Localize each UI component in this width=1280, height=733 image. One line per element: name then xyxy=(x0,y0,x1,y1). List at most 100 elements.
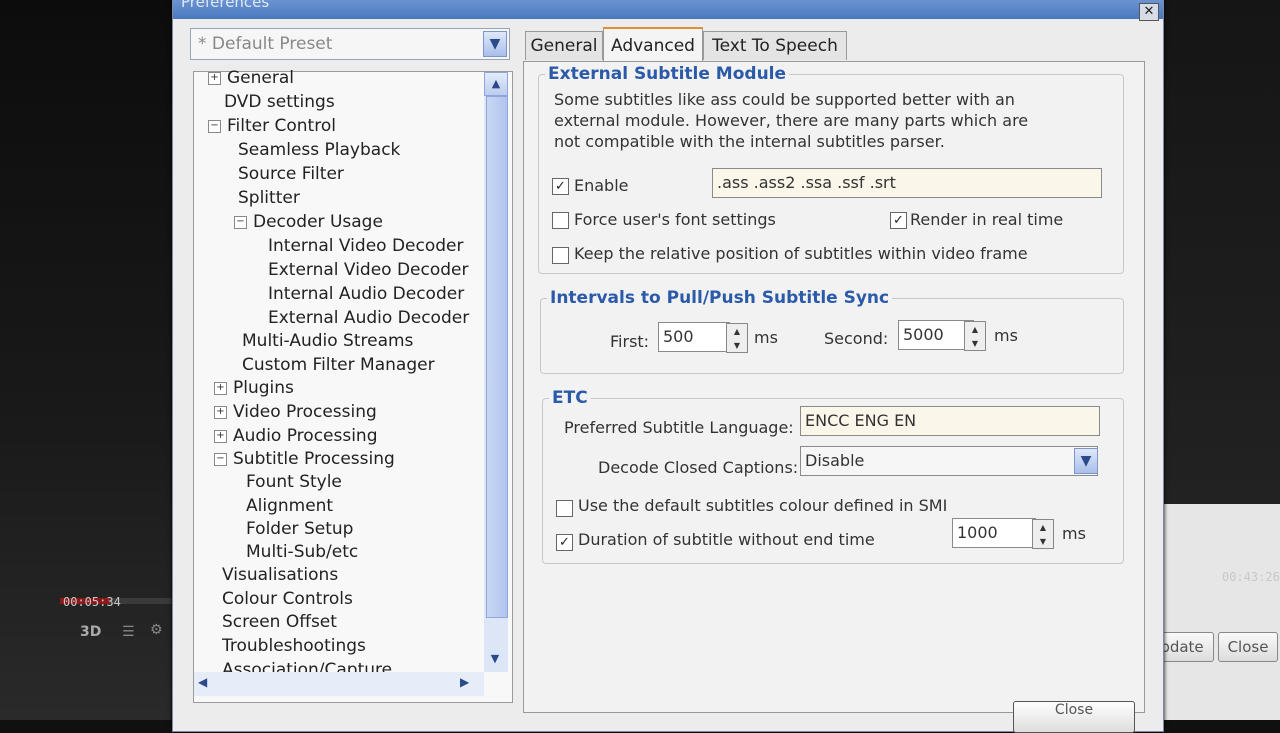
tree-vertical-scrollbar[interactable] xyxy=(484,72,508,672)
second-interval-input[interactable]: 5000 xyxy=(898,320,974,350)
second-interval-stepper[interactable]: ▲ ▼ xyxy=(964,321,986,351)
tree-item-label: Audio Processing xyxy=(233,426,378,446)
etc-legend: ETC xyxy=(552,388,588,408)
tree-item[interactable]: Seamless Playback xyxy=(238,140,400,160)
scroll-down-icon[interactable]: ▼ xyxy=(484,648,506,670)
keep-position-checkbox[interactable] xyxy=(552,247,569,264)
duration-input[interactable]: 1000 xyxy=(952,518,1036,548)
tree-item-label: Internal Audio Decoder xyxy=(268,284,465,304)
scroll-thumb[interactable] xyxy=(486,96,508,618)
tree-item[interactable]: + Plugins xyxy=(214,378,294,398)
tree-item-label: DVD settings xyxy=(224,92,335,112)
playlist-icon[interactable]: ☰ xyxy=(122,624,135,640)
first-interval-stepper[interactable]: ▲ ▼ xyxy=(726,323,748,353)
tree-item-label: Folder Setup xyxy=(246,519,354,539)
tree-item[interactable]: Multi-Sub/etc xyxy=(246,542,358,562)
tree-item[interactable]: + General xyxy=(208,68,294,88)
close-icon[interactable]: ✕ xyxy=(1139,3,1159,21)
window-title: Preferences xyxy=(181,0,270,11)
preset-dropdown[interactable]: * Default Preset ▼ xyxy=(190,28,510,60)
second-label: Second: xyxy=(824,329,889,348)
tab-advanced[interactable]: Advanced xyxy=(603,27,703,63)
tree-item[interactable]: Troubleshootings xyxy=(222,636,366,656)
tree-item-label: External Video Decoder xyxy=(268,260,469,280)
player-close-button[interactable]: Close xyxy=(1218,632,1278,662)
expand-icon[interactable]: + xyxy=(208,71,221,85)
scroll-left-icon[interactable]: ◀ xyxy=(198,675,207,689)
force-font-checkbox[interactable] xyxy=(552,212,569,229)
tree-item[interactable]: Screen Offset xyxy=(222,612,337,632)
tree-item[interactable]: Fount Style xyxy=(246,472,342,492)
tree-item[interactable]: + Video Processing xyxy=(214,402,377,422)
tree-item[interactable]: Internal Video Decoder xyxy=(268,236,464,256)
external-module-desc-3: not compatible with the internal subtitl… xyxy=(554,132,945,151)
close-button[interactable]: Close xyxy=(1013,701,1135,733)
tree-item[interactable]: − Decoder Usage xyxy=(234,212,383,232)
tree-item-label: Multi-Audio Streams xyxy=(242,331,414,351)
scroll-up-icon[interactable]: ▲ xyxy=(484,72,508,96)
preset-value: * Default Preset xyxy=(198,34,333,54)
duration-checkbox[interactable]: ✓ xyxy=(556,534,573,551)
duration-label: Duration of subtitle without end time xyxy=(578,530,875,549)
tab-general[interactable]: General xyxy=(525,31,603,60)
tree-item-label: Decoder Usage xyxy=(253,212,383,232)
tree-item-label: General xyxy=(227,68,294,88)
settings-icon[interactable]: ⚙ xyxy=(150,622,163,638)
expand-icon[interactable]: + xyxy=(214,429,227,443)
render-realtime-checkbox[interactable]: ✓ xyxy=(890,212,907,229)
smi-colour-checkbox[interactable] xyxy=(556,500,573,517)
expand-icon[interactable]: + xyxy=(214,381,227,395)
player-time-total: 00:43:26 xyxy=(1222,570,1280,584)
tab-text-to-speech[interactable]: Text To Speech xyxy=(703,31,847,60)
external-module-desc-2: external module. However, there are many… xyxy=(554,111,1029,130)
chevron-down-icon[interactable]: ▼ xyxy=(483,31,507,57)
collapse-icon[interactable]: − xyxy=(208,119,221,133)
tree-item-label: Video Processing xyxy=(233,402,377,422)
tree-item[interactable]: Internal Audio Decoder xyxy=(268,284,464,304)
preferences-dialog: Preferences ✕ * Default Preset ▼ + Genera… xyxy=(172,0,1164,733)
tree-item[interactable]: Alignment xyxy=(246,496,333,516)
tree-item-label: Screen Offset xyxy=(222,612,337,632)
subtitle-language-label: Preferred Subtitle Language: xyxy=(564,418,794,437)
tree-item[interactable]: Source Filter xyxy=(238,164,344,184)
external-module-desc-1: Some subtitles like ass could be support… xyxy=(554,90,1015,109)
expand-icon[interactable]: + xyxy=(214,405,227,419)
subtitle-language-input[interactable]: ENCC ENG EN xyxy=(800,406,1100,436)
sync-legend: Intervals to Pull/Push Subtitle Sync xyxy=(550,288,890,308)
first-interval-input[interactable]: 500 xyxy=(658,322,730,352)
tree-item[interactable]: DVD settings xyxy=(224,92,335,112)
tree-item[interactable]: − Subtitle Processing xyxy=(214,449,395,469)
collapse-icon[interactable]: − xyxy=(234,215,247,229)
tree-item[interactable]: Folder Setup xyxy=(246,519,353,539)
tree-item[interactable]: Visualisations xyxy=(222,565,338,585)
3d-toggle-button[interactable]: 3D xyxy=(80,624,101,640)
tree-item-label: Alignment xyxy=(246,496,334,516)
advanced-panel: External Subtitle Module Some subtitles … xyxy=(523,61,1145,713)
enable-checkbox[interactable]: ✓ xyxy=(552,178,569,195)
scroll-right-icon[interactable]: ▶ xyxy=(460,675,469,689)
external-module-legend: External Subtitle Module xyxy=(548,64,787,84)
collapse-icon[interactable]: − xyxy=(214,452,227,466)
tree-item-label: Filter Control xyxy=(227,116,336,136)
tree-item-label: Source Filter xyxy=(238,164,344,184)
tree-item-label: Colour Controls xyxy=(222,589,353,609)
tree-item-label: Splitter xyxy=(238,188,300,208)
settings-tree[interactable]: + General DVD settings − Filter Control Seaml… xyxy=(193,68,513,703)
render-realtime-label: Render in real time xyxy=(910,210,1064,229)
duration-stepper[interactable]: ▲ ▼ xyxy=(1032,519,1054,549)
tree-item[interactable]: External Audio Decoder xyxy=(268,308,469,328)
tree-item[interactable]: Multi-Audio Streams xyxy=(242,331,413,351)
closed-captions-select[interactable]: Disable xyxy=(800,446,1098,476)
tree-horizontal-scrollbar[interactable]: ◀ ▶ xyxy=(194,672,484,696)
extensions-input[interactable]: .ass .ass2 .ssa .ssf .srt xyxy=(712,168,1102,198)
tree-item-label: External Audio Decoder xyxy=(268,308,470,328)
tree-item[interactable]: External Video Decoder xyxy=(268,260,469,280)
tree-item[interactable]: Splitter xyxy=(238,188,300,208)
tree-item[interactable]: + Audio Processing xyxy=(214,426,378,446)
tree-item-label: Plugins xyxy=(233,378,294,398)
tree-item-label: Multi-Sub/etc xyxy=(246,542,359,562)
tree-item[interactable]: − Filter Control xyxy=(208,116,336,136)
closed-captions-chevron-icon[interactable]: ▼ xyxy=(1074,448,1098,474)
tree-item[interactable]: Colour Controls xyxy=(222,589,353,609)
tree-item[interactable]: Custom Filter Manager xyxy=(242,355,435,375)
